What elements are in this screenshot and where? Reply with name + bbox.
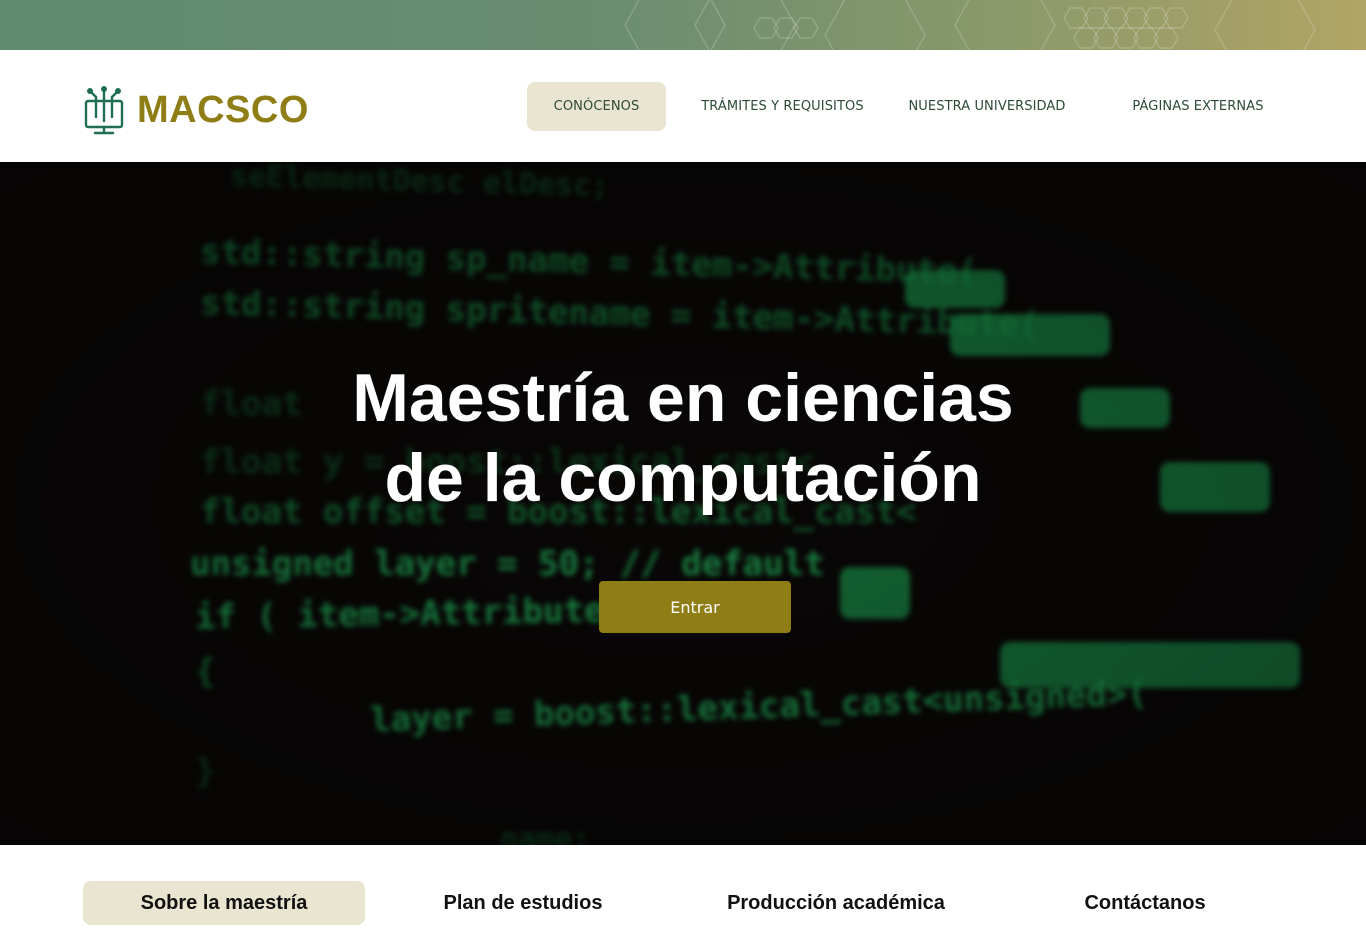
tab-produccion-academica[interactable]: Producción académica: [712, 881, 960, 925]
tab-plan-de-estudios[interactable]: Plan de estudios: [420, 881, 626, 925]
top-decorative-banner: [0, 0, 1366, 50]
hero-section: seElementDesc elDesc; std::string sp_nam…: [0, 162, 1366, 845]
nav-tramites-requisitos[interactable]: TRÁMITES Y REQUISITOS: [690, 82, 875, 131]
hero-title-line2: de la computación: [384, 440, 982, 516]
brand-name: MACSCO: [137, 88, 309, 131]
circuit-monitor-icon: [84, 86, 124, 135]
hero-title-line1: Maestría en ciencias: [352, 360, 1014, 436]
hexagon-pattern-icon: [624, 0, 1316, 50]
site-logo[interactable]: MACSCO: [83, 83, 309, 137]
nav-paginas-externas[interactable]: PÁGINAS EXTERNAS: [1118, 82, 1278, 131]
site-header: MACSCO CONÓCENOS TRÁMITES Y REQUISITOS N…: [0, 50, 1366, 162]
tab-sobre-la-maestria[interactable]: Sobre la maestría: [83, 881, 365, 925]
section-tabs: Sobre la maestría Plan de estudios Produ…: [0, 845, 1366, 951]
tab-contactanos[interactable]: Contáctanos: [1068, 881, 1222, 925]
enter-button[interactable]: Entrar: [599, 581, 791, 633]
nav-nuestra-universidad[interactable]: NUESTRA UNIVERSIDAD: [898, 82, 1076, 131]
hero-title: Maestría en ciencias de la computación: [0, 358, 1366, 518]
nav-conocenos[interactable]: CONÓCENOS: [527, 82, 666, 131]
